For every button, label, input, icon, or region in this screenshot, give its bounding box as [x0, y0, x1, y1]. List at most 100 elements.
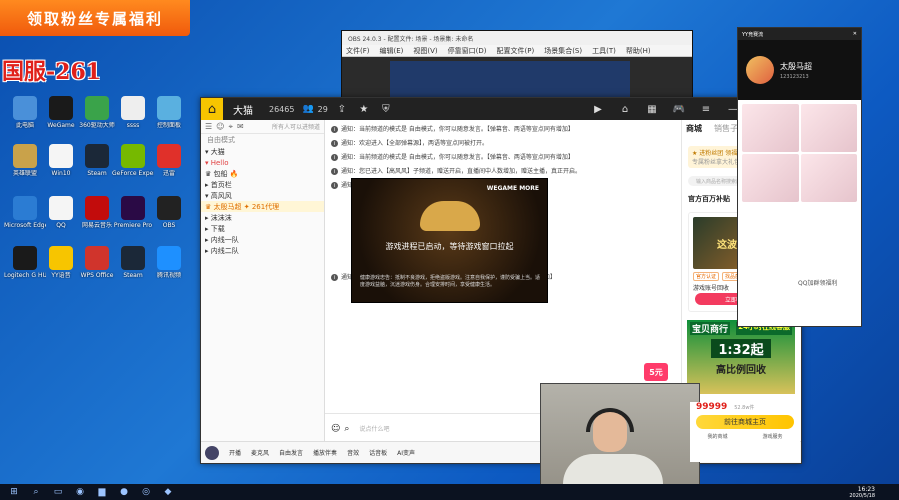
obs-menu-item[interactable]: 工具(T) — [592, 46, 616, 56]
tree-item[interactable]: ▸ 沫沫沫 — [201, 212, 324, 223]
tree-item[interactable]: ♛ 包船 🔥 — [201, 168, 324, 179]
thumbnail[interactable] — [742, 154, 799, 202]
desktop-icon[interactable]: OBS — [148, 194, 190, 240]
menu-icon[interactable]: ≡ — [698, 101, 714, 117]
info-icon: i — [331, 154, 338, 161]
app-icon — [85, 196, 109, 220]
thumbnail[interactable] — [800, 154, 857, 202]
thumbnail[interactable] — [742, 104, 799, 152]
edge-icon[interactable]: ◉ — [72, 485, 88, 499]
obs-menu: 文件(F) 编辑(E) 视图(V) 停靠窗口(D) 配置文件(P) 场景集合(S) 工具(T… — [342, 45, 692, 57]
tree-item[interactable]: ▾ Hello — [201, 157, 324, 168]
app-icon — [157, 196, 181, 220]
profile-id: 123123213 — [780, 73, 809, 80]
tab-shop[interactable]: 商城 — [686, 123, 702, 134]
obs-menu-item[interactable]: 视图(V) — [413, 46, 437, 56]
toolbar-button[interactable]: 自由发言 — [279, 448, 303, 457]
home-nav-icon[interactable]: ⌂ — [617, 101, 633, 117]
game-icon[interactable]: ◆ — [160, 485, 176, 499]
obs-menu-item[interactable]: 场景集合(S) — [544, 46, 582, 56]
tab-cards[interactable]: 销售子 — [714, 123, 738, 134]
tree-item[interactable]: ▸ 内线二队 — [201, 245, 324, 256]
obs-menu-item[interactable]: 配置文件(P) — [497, 46, 535, 56]
app-icon — [121, 246, 145, 270]
toolbar-button[interactable]: AI变声 — [397, 448, 415, 457]
desktop-icon-label: 控制面板 — [156, 122, 181, 129]
app-icon — [13, 246, 37, 270]
mustache-icon — [420, 201, 480, 231]
video-icon[interactable]: ▶ — [590, 101, 606, 117]
thumbnail[interactable] — [800, 104, 857, 152]
price-tag[interactable]: 5元 — [644, 363, 668, 381]
footer-link[interactable]: 游戏服务 — [762, 433, 782, 440]
desktop-icon[interactable]: 控制面板 — [148, 94, 190, 140]
ad-banner[interactable]: 宝贝商行 24小时在线客服 1:32起 高比例回收 — [687, 320, 795, 394]
toolbar-button[interactable]: 开播 — [229, 448, 241, 457]
clock-date: 2020/5/18 — [849, 492, 875, 499]
footer-link[interactable]: 我的商城 — [707, 433, 727, 440]
permission-label: 所有人可以进频道 — [271, 124, 320, 131]
start-icon[interactable]: ⊞ — [6, 485, 22, 499]
yy-icon[interactable]: ● — [116, 485, 132, 499]
app-icon — [157, 144, 181, 168]
promo-banner[interactable]: 领取粉丝专属福利 — [0, 0, 190, 36]
profile-window[interactable]: YY竞赛流 ✕ 太殷马超 123123213 QQ加群领福利 — [737, 27, 862, 327]
clock-time: 16:23 — [857, 485, 875, 493]
share-icon[interactable]: ⇪ — [334, 101, 350, 117]
star-icon[interactable]: ★ — [356, 101, 372, 117]
tree-item[interactable]: ▸ 下载 — [201, 223, 324, 234]
user-icon[interactable]: ☺ — [216, 122, 224, 131]
location-icon[interactable]: ⌖ — [229, 122, 234, 132]
notice-text: 通知：当前频道的模式是 自由模式，你可以随意发言。【弹幕音、两语等宣点同有增加】 — [341, 154, 574, 161]
chat-input[interactable]: 说点什么吧 — [359, 424, 389, 433]
shop-home-button[interactable]: 前往商城主页 — [696, 415, 794, 429]
shop-tag: 官方认证 — [693, 272, 720, 281]
tree-item[interactable]: ▸ 首页栏 — [201, 179, 324, 190]
gamepad-icon[interactable]: 🎮 — [671, 101, 687, 117]
grid-icon[interactable]: ▦ — [644, 101, 660, 117]
clock[interactable]: 16:23 2020/5/18 — [849, 484, 875, 500]
profile-header: 太殷马超 123123213 — [738, 40, 861, 100]
mode-label: 自由模式 — [207, 136, 235, 144]
notice-item: i 通知：您已进入【高风风】子频道，赠送开启，直播间中人数增加，赠送主播，真正开启… — [331, 168, 675, 176]
shield-icon[interactable]: ⛨ — [378, 101, 394, 117]
desktop-icon[interactable]: 迅雷 — [148, 142, 190, 188]
info-icon: i — [331, 182, 338, 189]
obs-menu-item[interactable]: 文件(F) — [346, 46, 370, 56]
avatar[interactable] — [205, 445, 219, 460]
shop-section-title: 官方百万补贴 — [688, 195, 730, 203]
chat-icon[interactable]: ✉ — [237, 122, 244, 131]
channel-id: 29 — [317, 104, 328, 114]
app-icon — [85, 144, 109, 168]
search-icon[interactable]: ⌕ — [344, 424, 349, 434]
close-icon[interactable]: ✕ — [853, 31, 857, 37]
toolbar-button[interactable]: 播放伴奏 — [313, 448, 337, 457]
desktop-icon[interactable]: 腾讯视频 — [148, 244, 190, 290]
toolbar-button[interactable]: 话音板 — [369, 448, 387, 457]
home-icon[interactable]: ⌂ — [201, 98, 223, 120]
list-icon[interactable]: ☰ — [205, 122, 212, 131]
obs-menu-item[interactable]: 停靠窗口(D) — [448, 46, 487, 56]
app-icon — [157, 246, 181, 270]
app-icon — [121, 196, 145, 220]
obs-window[interactable]: OBS 24.0.3 - 配置文件: 场景 - 场景集: 未命名 文件(F) 编辑… — [341, 30, 693, 103]
task-view-icon[interactable]: ▭ — [50, 485, 66, 499]
tree-item[interactable]: ▾ 高风风 — [201, 190, 324, 201]
obs-menu-item[interactable]: 帮助(H) — [626, 46, 651, 56]
search-icon[interactable]: ⌕ — [28, 485, 44, 499]
obs-icon[interactable]: ◎ — [138, 485, 154, 499]
tree-item[interactable]: ▸ 内线一队 — [201, 234, 324, 245]
profile-titlebar: YY竞赛流 ✕ — [738, 28, 861, 40]
toolbar-button[interactable]: 音效 — [347, 448, 359, 457]
app-icon — [49, 96, 73, 120]
tree-item[interactable]: ♛ 太殷马超 ✦ 261代理 — [201, 201, 324, 212]
server-watermark: 国服-261 — [2, 59, 102, 85]
emoji-icon[interactable]: ☺ — [331, 424, 340, 434]
avatar[interactable] — [746, 56, 774, 84]
toolbar-button[interactable]: 麦克风 — [251, 448, 269, 457]
info-icon: i — [331, 140, 338, 147]
folder-icon[interactable]: ▆ — [94, 485, 110, 499]
desktop-icon-label: 腾讯视频 — [156, 272, 181, 279]
obs-menu-item[interactable]: 编辑(E) — [380, 46, 404, 56]
tree-item[interactable]: ▾ 大猫 — [201, 146, 324, 157]
